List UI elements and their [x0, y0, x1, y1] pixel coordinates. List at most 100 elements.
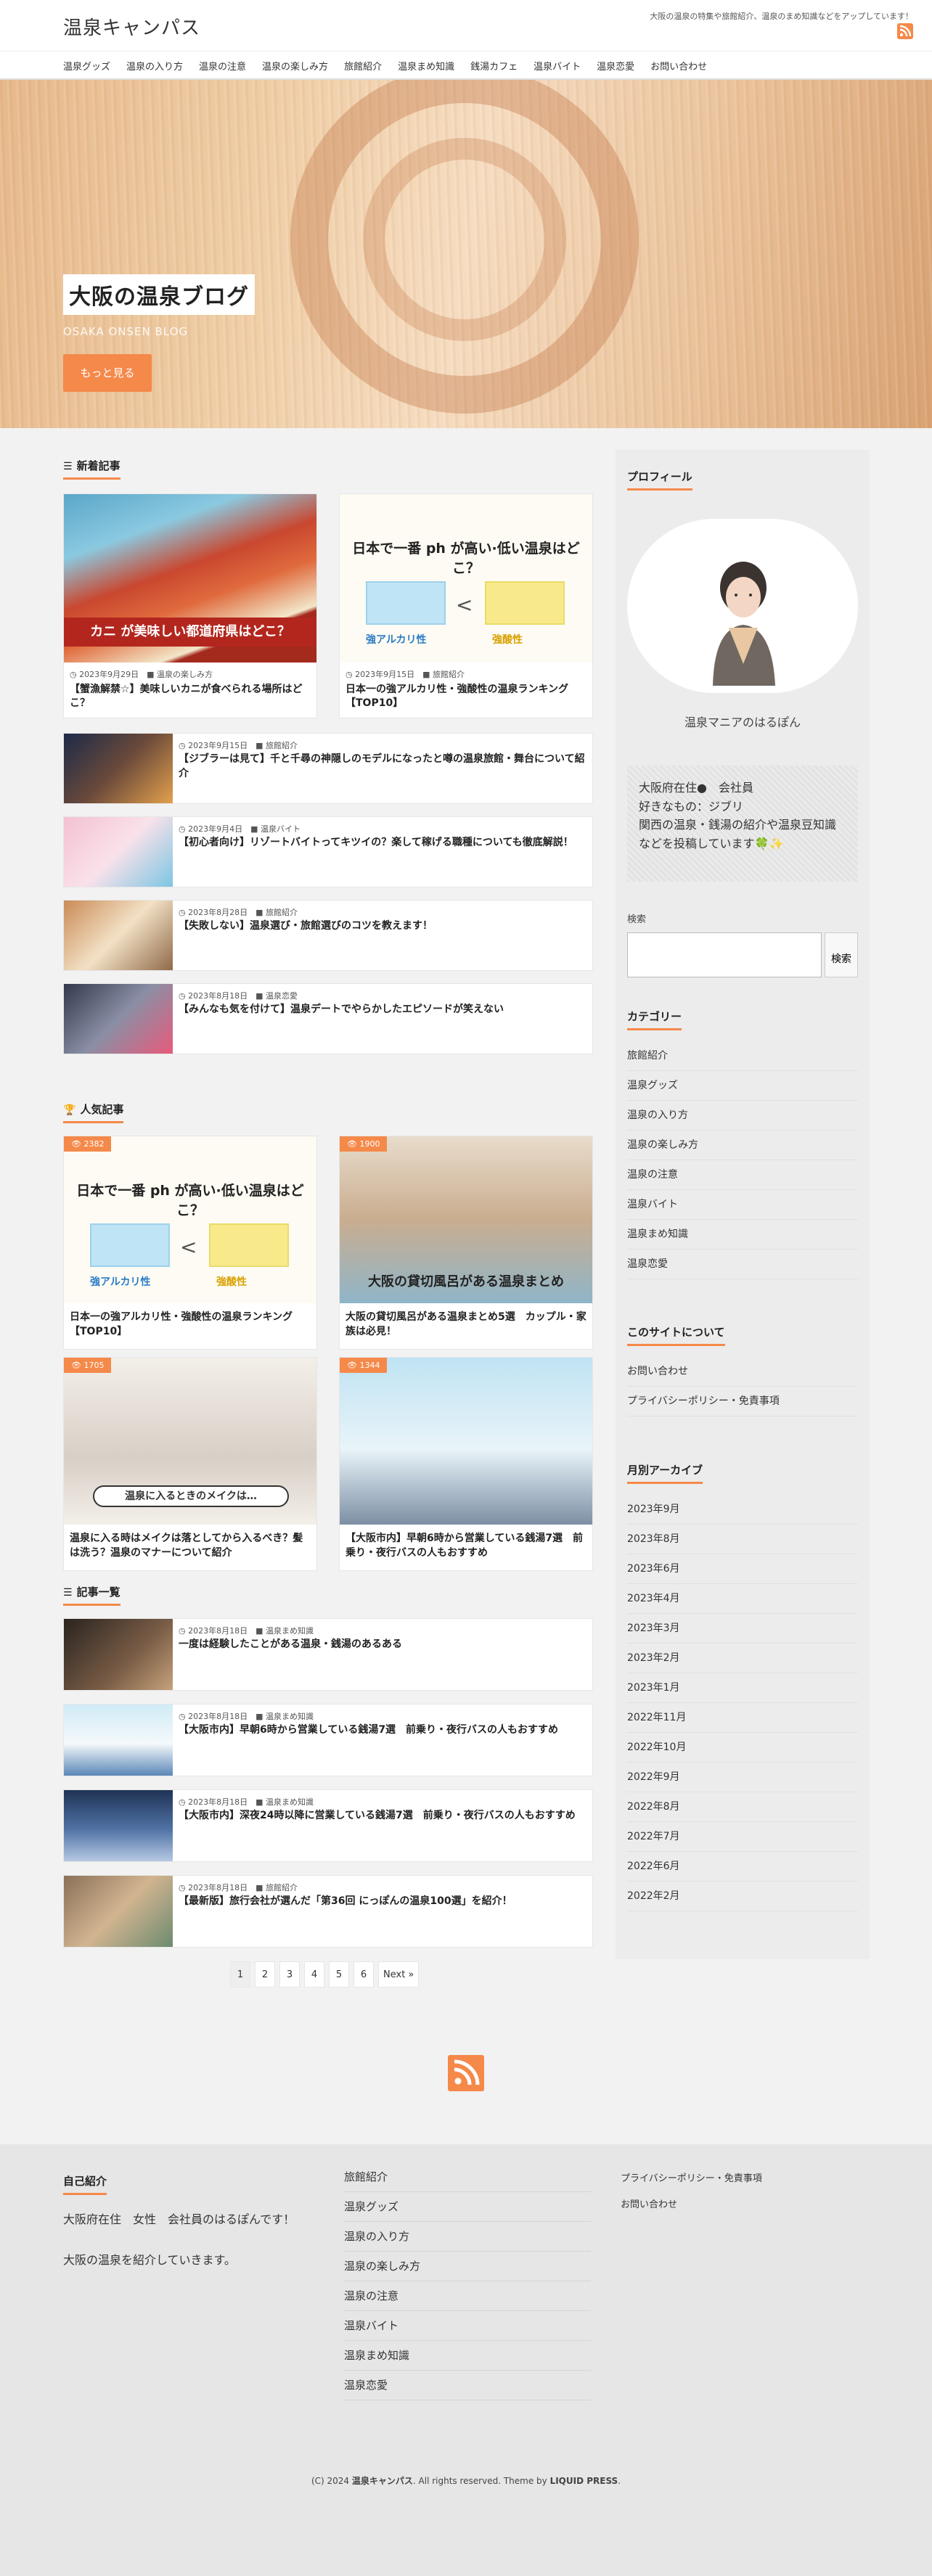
popular-post-card[interactable]: 👁 1900 大阪の貸切風呂がある温泉まとめ 大阪の貸切風呂がある温泉まとめ5選… — [339, 1136, 593, 1350]
page-2[interactable]: 2 — [255, 1961, 275, 1988]
post-title[interactable]: 【最新版】旅行会社が選んだ「第36回 にっぽんの温泉100選」を紹介！ — [179, 1895, 585, 1909]
hero-more-button[interactable]: もっと見る — [63, 354, 152, 392]
post-category[interactable]: 温泉まめ知識 — [266, 1712, 314, 1721]
post-title[interactable]: 【大阪市内】早朝6時から営業している銭湯7選 前乗り・夜行バスの人もおすすめ — [346, 1532, 586, 1560]
post-list-item[interactable]: ◷ 2023年8月18日 ■ 温泉まめ知識 【大阪市内】早朝6時から営業している… — [63, 1704, 593, 1776]
archive-item[interactable]: 2022年2月 — [627, 1882, 858, 1911]
post-list-item[interactable]: ◷ 2023年8月18日 ■ 旅館紹介 【最新版】旅行会社が選んだ「第36回 に… — [63, 1875, 593, 1948]
post-title[interactable]: 【大阪市内】早朝6時から営業している銭湯7選 前乗り・夜行バスの人もおすすめ — [179, 1723, 585, 1738]
archive-item[interactable]: 2022年7月 — [627, 1822, 858, 1852]
page-3[interactable]: 3 — [279, 1961, 300, 1988]
post-category[interactable]: 温泉まめ知識 — [266, 1797, 314, 1807]
footer-category-item[interactable]: 温泉の入り方 — [344, 2222, 591, 2252]
footer-category-item[interactable]: 温泉恋愛 — [344, 2371, 591, 2400]
nav-item-part-time[interactable]: 温泉バイト — [526, 59, 589, 73]
post-category[interactable]: 温泉まめ知識 — [266, 1626, 314, 1636]
post-list-item[interactable]: ◷ 2023年8月28日 ■ 旅館紹介 【失敗しない】温泉選び・旅館選びのコツを… — [63, 900, 593, 971]
footer-category-item[interactable]: 旅館紹介 — [344, 2162, 591, 2192]
post-category[interactable]: 旅館紹介 — [266, 908, 298, 917]
archive-item[interactable]: 2023年9月 — [627, 1495, 858, 1525]
page-6[interactable]: 6 — [353, 1961, 374, 1988]
footer-category-item[interactable]: 温泉グッズ — [344, 2192, 591, 2222]
avatar — [627, 519, 858, 693]
post-category[interactable]: 温泉バイト — [261, 824, 301, 834]
post-title[interactable]: 大阪の貸切風呂がある温泉まとめ5選 カップル・家族は必見！ — [346, 1310, 586, 1339]
page-4[interactable]: 4 — [304, 1961, 324, 1988]
footer-contact-link[interactable]: お問い合わせ — [621, 2192, 867, 2218]
theme-credit-link[interactable]: LIQUID PRESS — [550, 2476, 618, 2486]
nav-item-enjoy[interactable]: 温泉の楽しみ方 — [254, 59, 336, 73]
post-list-item[interactable]: ◷ 2023年8月18日 ■ 温泉恋愛 【みんなも気を付けて】温泉デートでやらか… — [63, 983, 593, 1054]
featured-post-card[interactable]: 日本で一番 ph が高い·低い温泉はどこ？ < > 強アルカリ性 強酸性 ◷ 2… — [339, 493, 593, 718]
post-list-item[interactable]: ◷ 2023年9月15日 ■ 旅館紹介 【ジブラーは見て】千と千尋の神隠しのモデ… — [63, 733, 593, 804]
post-title[interactable]: 【みんなも気を付けて】温泉デートでやらかしたエピソードが笑えない — [179, 1003, 585, 1017]
post-title[interactable]: 温泉に入る時はメイクは落としてから入るべき？髪は洗う？温泉のマナーについて紹介 — [70, 1532, 311, 1560]
rss-icon[interactable] — [897, 23, 913, 39]
view-count: 1705 — [83, 1361, 105, 1370]
category-item[interactable]: 温泉グッズ — [627, 1071, 858, 1101]
nav-item-romance[interactable]: 温泉恋愛 — [589, 59, 642, 73]
page-1[interactable]: 1 — [230, 1961, 250, 1988]
archive-item[interactable]: 2022年6月 — [627, 1852, 858, 1882]
page-5[interactable]: 5 — [329, 1961, 349, 1988]
post-list-item[interactable]: ◷ 2023年8月18日 ■ 温泉まめ知識 一度は経験したことがある温泉・銭湯の… — [63, 1618, 593, 1691]
contact-link[interactable]: お問い合わせ — [627, 1357, 858, 1387]
rss-icon[interactable] — [448, 2055, 484, 2091]
archive-item[interactable]: 2023年1月 — [627, 1673, 858, 1703]
archive-item[interactable]: 2023年4月 — [627, 1584, 858, 1614]
post-category[interactable]: 旅館紹介 — [266, 741, 298, 750]
nav-item-goods[interactable]: 温泉グッズ — [55, 59, 118, 73]
post-list-item[interactable]: ◷ 2023年8月18日 ■ 温泉まめ知識 【大阪市内】深夜24時以降に営業して… — [63, 1789, 593, 1862]
footer-category-item[interactable]: 温泉の注意 — [344, 2281, 591, 2311]
nav-item-sento-cafe[interactable]: 銭湯カフェ — [462, 59, 526, 73]
post-title[interactable]: 【蟹漁解禁☆】美味しいカニが食べられる場所はどこ？ — [70, 683, 311, 710]
post-title[interactable]: 一度は経験したことがある温泉・銭湯のあるある — [179, 1638, 585, 1652]
footer-category-item[interactable]: 温泉まめ知識 — [344, 2341, 591, 2371]
nav-item-caution[interactable]: 温泉の注意 — [191, 59, 254, 73]
post-list-item[interactable]: ◷ 2023年9月4日 ■ 温泉バイト 【初心者向け】リゾートバイトってキツイの… — [63, 816, 593, 887]
archive-item[interactable]: 2022年9月 — [627, 1763, 858, 1792]
post-title[interactable]: 【失敗しない】温泉選び・旅館選びのコツを教えます！ — [179, 919, 585, 934]
post-title[interactable]: 日本一の強アルカリ性・強酸性の温泉ランキング【TOP10】 — [346, 683, 586, 710]
archive-item[interactable]: 2023年8月 — [627, 1525, 858, 1554]
copyright-site-link[interactable]: 温泉キャンパス — [352, 2476, 413, 2486]
post-title[interactable]: 日本一の強アルカリ性・強酸性の温泉ランキング【TOP10】 — [70, 1310, 311, 1339]
popular-post-card[interactable]: 👁 1344 【大阪市内】早朝6時から営業している銭湯7選 前乗り・夜行バスの人… — [339, 1357, 593, 1571]
archive-item[interactable]: 2022年10月 — [627, 1733, 858, 1763]
post-category[interactable]: 旅館紹介 — [266, 1883, 298, 1892]
archive-item[interactable]: 2022年11月 — [627, 1703, 858, 1733]
footer-category-item[interactable]: 温泉の楽しみ方 — [344, 2252, 591, 2281]
nav-item-how-to-bathe[interactable]: 温泉の入り方 — [118, 59, 191, 73]
category-item[interactable]: 温泉まめ知識 — [627, 1220, 858, 1250]
post-title[interactable]: 【初心者向け】リゾートバイトってキツイの？楽して稼げる職種についても徹底解説！ — [179, 836, 585, 850]
nav-item-trivia[interactable]: 温泉まめ知識 — [390, 59, 462, 73]
next-page-button[interactable]: Next » — [378, 1961, 420, 1988]
category-item[interactable]: 温泉恋愛 — [627, 1250, 858, 1279]
post-title[interactable]: 【大阪市内】深夜24時以降に営業している銭湯7選 前乗り・夜行バスの人もおすすめ — [179, 1809, 585, 1824]
popular-post-card[interactable]: 👁 2382 日本で一番 ph が高い·低い温泉はどこ？ < > 強アルカリ性 … — [63, 1136, 317, 1350]
featured-post-card[interactable]: カニ が美味しい都道府県はどこ？ ◷ 2023年9月29日 ■ 温泉の楽しみ方 … — [63, 493, 317, 718]
site-logo[interactable]: 温泉キャンパス — [63, 13, 200, 40]
archive-item[interactable]: 2022年8月 — [627, 1792, 858, 1822]
post-category[interactable]: 温泉の楽しみ方 — [157, 670, 213, 679]
site-header: 温泉キャンパス 大阪の温泉の特集や旅館紹介、温泉のまめ知識などをアップしています… — [0, 0, 932, 51]
nav-item-ryokan[interactable]: 旅館紹介 — [336, 59, 390, 73]
search-button[interactable]: 検索 — [825, 932, 858, 977]
post-title[interactable]: 【ジブラーは見て】千と千尋の神隠しのモデルになったと噂の温泉旅館・舞台について紹… — [179, 752, 585, 781]
footer-privacy-link[interactable]: プライバシーポリシー・免責事項 — [621, 2166, 867, 2192]
category-item[interactable]: 旅館紹介 — [627, 1041, 858, 1071]
footer-category-item[interactable]: 温泉バイト — [344, 2311, 591, 2341]
post-category[interactable]: 温泉恋愛 — [266, 991, 298, 1001]
category-item[interactable]: 温泉の楽しみ方 — [627, 1131, 858, 1160]
category-item[interactable]: 温泉の入り方 — [627, 1101, 858, 1131]
post-category[interactable]: 旅館紹介 — [433, 670, 465, 679]
search-input[interactable] — [627, 932, 822, 977]
category-item[interactable]: 温泉バイト — [627, 1190, 858, 1220]
archive-item[interactable]: 2023年2月 — [627, 1644, 858, 1673]
privacy-policy-link[interactable]: プライバシーポリシー・免責事項 — [627, 1387, 858, 1416]
archive-item[interactable]: 2023年6月 — [627, 1554, 858, 1584]
nav-item-contact[interactable]: お問い合わせ — [642, 59, 715, 73]
popular-post-card[interactable]: 👁 1705 温泉に入るときのメイクは… 温泉に入る時はメイクは落としてから入る… — [63, 1357, 317, 1571]
category-item[interactable]: 温泉の注意 — [627, 1160, 858, 1190]
archive-item[interactable]: 2023年3月 — [627, 1614, 858, 1644]
